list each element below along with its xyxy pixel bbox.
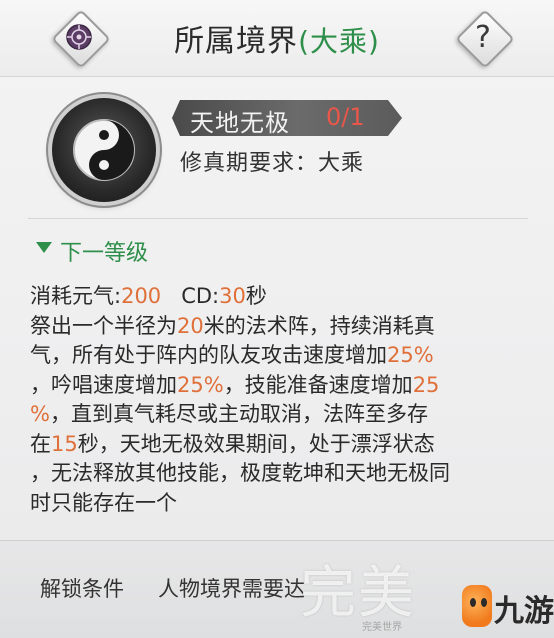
logo-eye-left [470, 598, 476, 607]
logo-text: 九游 [494, 594, 554, 629]
yin-yang-icon [73, 119, 135, 181]
expand-triangle-icon[interactable] [36, 242, 52, 253]
description-line: 时只能存在一个 [30, 490, 177, 515]
panel-header: 所属境界(大乘) ? [0, 0, 554, 77]
title-text: 所属境界 [174, 24, 299, 59]
skill-level: 0/1 [326, 103, 365, 131]
realm-name: (大乘) [298, 25, 380, 58]
help-icon: ? [475, 19, 491, 55]
description-line: 气，所有处于阵内的队友攻击速度增加25% [30, 343, 434, 367]
watermark-text: 完美 [300, 561, 416, 626]
logo-eye-right [481, 598, 487, 607]
help-button[interactable]: ? [455, 9, 515, 69]
unlock-label: 解锁条件 [40, 577, 124, 601]
description-line: 在15秒，天地无极效果期间，处于漂浮状态 [30, 431, 435, 456]
jiuyou-logo-icon [462, 585, 492, 627]
watermark-subtext: 完美世界 [362, 622, 402, 633]
skill-description: 消耗元气:200 CD:30秒 祭出一个半径为20米的法术阵，持续消耗真 气，所… [30, 282, 530, 518]
description-line: 祭出一个半径为20米的法术阵，持续消耗真 [30, 313, 435, 338]
skill-icon-frame[interactable] [52, 98, 156, 202]
unlock-value: 人物境界需要达 [158, 577, 305, 601]
realm-skill-panel: 所属境界(大乘) ? 天地无极 0/1 修真期要求：大乘 下一等级 消耗元气:2… [0, 0, 554, 638]
description-line: ，无法释放其他技能，极度乾坤和天地无极同 [30, 461, 450, 485]
realm-requirement: 修真期要求：大乘 [180, 151, 365, 176]
description-line: ，吟唱速度增加25%，技能准备速度增加25 [30, 372, 440, 397]
section-divider [28, 218, 528, 219]
next-level-label[interactable]: 下一等级 [60, 235, 148, 267]
cost-line: 消耗元气:200 CD:30秒 [30, 284, 267, 308]
description-line: %，直到真气耗尽或主动取消，法阵至多存 [30, 402, 428, 426]
skill-name: 天地无极 [190, 109, 290, 137]
